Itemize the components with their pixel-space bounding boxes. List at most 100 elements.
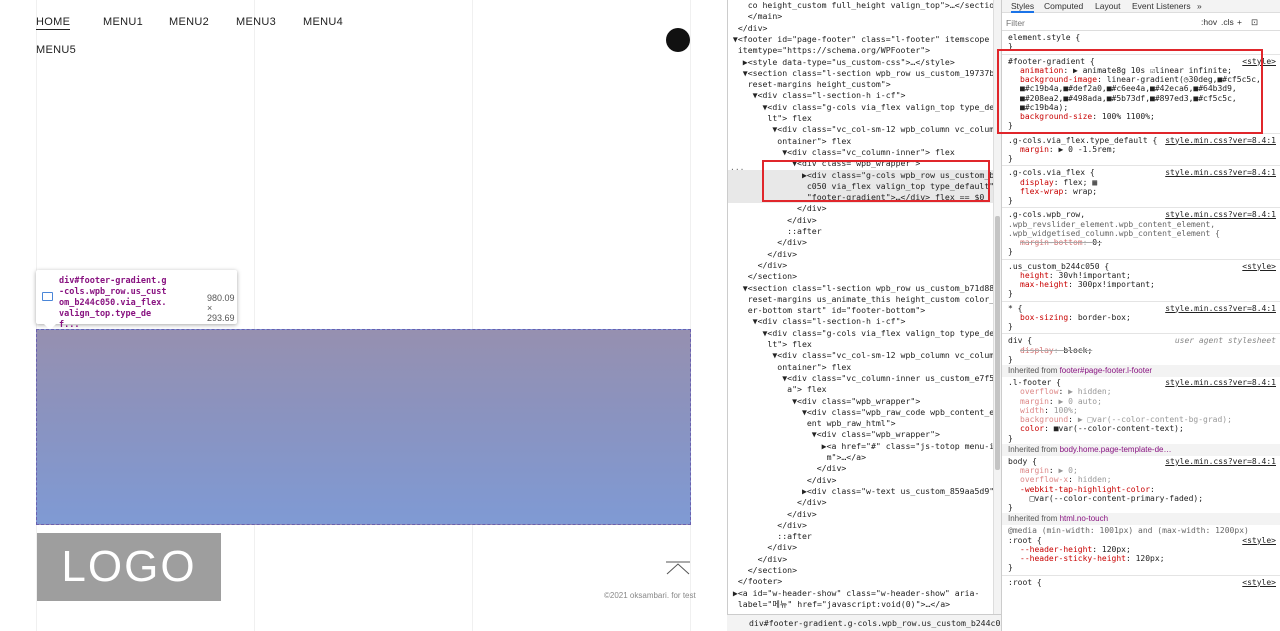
- dom-node-line[interactable]: ent wpb_raw_html">: [728, 418, 993, 429]
- dom-breadcrumb[interactable]: div#footer-gradient.g-cols.wpb_row.us_cu…: [727, 614, 1001, 631]
- dom-node-line[interactable]: co height_custom full_height valign_top"…: [728, 0, 993, 11]
- elements-scroll-thumb[interactable]: [995, 216, 1000, 470]
- inherited-element-link[interactable]: html.no-touch: [1060, 514, 1108, 523]
- rule-selector[interactable]: :root {<style>: [1008, 578, 1276, 587]
- rule-selector[interactable]: }: [1008, 434, 1276, 443]
- css-declaration[interactable]: height: 30vh!important;: [1008, 271, 1276, 280]
- dom-node-line[interactable]: itemtype="https://schema.org/WPFooter">: [728, 45, 993, 56]
- rule-selector[interactable]: }: [1008, 247, 1276, 256]
- dom-node-line[interactable]: m">…</a>: [728, 452, 993, 463]
- dom-node-line[interactable]: ::after: [728, 226, 993, 237]
- dom-node-line[interactable]: </div>: [728, 542, 993, 553]
- rule-source-link[interactable]: <style>: [1242, 262, 1276, 271]
- rule-selector[interactable]: }: [1008, 503, 1276, 512]
- css-declaration[interactable]: flex-wrap: wrap;: [1008, 187, 1276, 196]
- inherited-element-link[interactable]: footer#page-footer.l-footer: [1060, 366, 1153, 375]
- rule-source-link[interactable]: style.min.css?ver=8.4:1: [1165, 136, 1276, 145]
- rule-selector[interactable]: element.style {: [1008, 33, 1276, 42]
- css-declaration[interactable]: display: block;: [1008, 346, 1276, 355]
- tab-layout[interactable]: Layout: [1095, 1, 1121, 11]
- dom-node-line[interactable]: ▼<div class="l-section-h i-cf">: [728, 316, 993, 327]
- dom-node-line[interactable]: lt"> flex: [728, 339, 993, 350]
- rule-selector[interactable]: }: [1008, 154, 1276, 163]
- rule-selector[interactable]: .g-cols.via_flex {style.min.css?ver=8.4:…: [1008, 168, 1276, 177]
- dom-node-line[interactable]: ▼<div class="vc_column-inner us_custom_e…: [728, 373, 993, 384]
- declaration-continuation[interactable]: □var(--color-content-primary-faded);: [1008, 494, 1276, 503]
- dom-node-line[interactable]: </div>: [728, 215, 993, 226]
- dom-node-line[interactable]: ontainer"> flex: [728, 362, 993, 373]
- inherited-element-link[interactable]: body.home.page-template-de…: [1060, 445, 1172, 454]
- dom-node-line[interactable]: label="메뉴" href="javascript:void(0)">…</…: [728, 599, 993, 610]
- dom-node-line[interactable]: </main>: [728, 11, 993, 22]
- dom-node-line[interactable]: reset-margins height_custom">: [728, 79, 993, 90]
- hover-state-toggle[interactable]: :hov: [1201, 17, 1217, 27]
- rule-selector[interactable]: }: [1008, 563, 1276, 572]
- dom-node-line[interactable]: lt"> flex: [728, 113, 993, 124]
- dom-node-line[interactable]: ontainer"> flex: [728, 136, 993, 147]
- rule-selector[interactable]: }: [1008, 289, 1276, 298]
- dom-node-line[interactable]: ▼<div class="wpb_raw_code wpb_content_el…: [728, 407, 993, 418]
- menu-item-2[interactable]: MENU2: [169, 16, 209, 28]
- dom-node-line[interactable]: ▶<a id="w-header-show" class="w-header-s…: [728, 588, 993, 599]
- tab-styles[interactable]: Styles: [1011, 1, 1035, 13]
- menu-item-5[interactable]: MENU5: [36, 44, 76, 56]
- css-declaration[interactable]: margin-bottom: 0;: [1008, 238, 1276, 247]
- dom-node-line[interactable]: </div>: [728, 520, 993, 531]
- new-rule-button[interactable]: +: [1237, 17, 1242, 27]
- rule-source-link[interactable]: <style>: [1242, 536, 1276, 545]
- rule-source-link[interactable]: <style>: [1242, 578, 1276, 587]
- dom-node-line[interactable]: er-bottom start" id="footer-bottom">: [728, 305, 993, 316]
- dom-node-line[interactable]: ▼<div class="vc_col-sm-12 wpb_column vc_…: [728, 124, 993, 135]
- css-declaration[interactable]: box-sizing: border-box;: [1008, 313, 1276, 322]
- rule-source-link[interactable]: style.min.css?ver=8.4:1: [1165, 210, 1276, 219]
- dom-node-line[interactable]: ▼<div class="vc_column-inner"> flex: [728, 147, 993, 158]
- rule-selector[interactable]: .wpb_revslider_element.wpb_content_eleme…: [1008, 220, 1276, 229]
- rule-selector[interactable]: .g-cols.via_flex.type_default {style.min…: [1008, 136, 1276, 145]
- dom-node-line[interactable]: </div>: [728, 260, 993, 271]
- dom-node-line[interactable]: </div>: [728, 497, 993, 508]
- dom-node-line[interactable]: ▼<section class="l-section wpb_row us_cu…: [728, 68, 993, 79]
- rule-selector[interactable]: * {style.min.css?ver=8.4:1: [1008, 304, 1276, 313]
- dom-node-line[interactable]: ▶<a href="#" class="js-totop menu-ite: [728, 441, 993, 452]
- css-declaration[interactable]: display: flex; ▦: [1008, 178, 1276, 187]
- menu-item-1[interactable]: MENU1: [103, 16, 143, 28]
- tab-event-listeners[interactable]: Event Listeners: [1132, 1, 1191, 11]
- css-declaration[interactable]: margin: ▶ 0 -1.5rem;: [1008, 145, 1276, 154]
- rule-selector[interactable]: .us_custom_b244c050 {<style>: [1008, 262, 1276, 271]
- dom-node-line[interactable]: ▼<div class="g-cols via_flex valign_top …: [728, 102, 994, 113]
- dom-node-line[interactable]: ::after: [728, 531, 993, 542]
- dom-node-line[interactable]: ▼<div class="wpb_wrapper">: [728, 429, 993, 440]
- dom-node-line[interactable]: </div>: [728, 463, 993, 474]
- tab-computed[interactable]: Computed: [1044, 1, 1083, 11]
- dom-node-line[interactable]: ▼<div class="l-section-h i-cf">: [728, 90, 993, 101]
- rule-source-link[interactable]: style.min.css?ver=8.4:1: [1165, 304, 1276, 313]
- css-declaration[interactable]: --header-height: 120px;: [1008, 545, 1276, 554]
- menu-item-3[interactable]: MENU3: [236, 16, 276, 28]
- dom-node-line[interactable]: ▶<div class="w-text us_custom_859aa5d9">…: [728, 486, 993, 497]
- node-actions-icon[interactable]: ···: [730, 165, 744, 174]
- rule-source-link[interactable]: style.min.css?ver=8.4:1: [1165, 168, 1276, 177]
- rule-selector[interactable]: @media (min-width: 1001px) and (max-widt…: [1008, 526, 1276, 535]
- dom-node-line[interactable]: </section>: [728, 565, 993, 576]
- css-declaration[interactable]: margin: ▶ 0;: [1008, 466, 1276, 475]
- dom-node-line[interactable]: </footer>: [728, 576, 993, 587]
- rule-selector[interactable]: }: [1008, 355, 1276, 364]
- css-declaration[interactable]: color: ■var(--color-content-text);: [1008, 424, 1276, 433]
- css-declaration[interactable]: overflow-x: hidden;: [1008, 475, 1276, 484]
- dom-node-line[interactable]: ▼<div class="g-cols via_flex valign_top …: [728, 328, 994, 339]
- dom-node-line[interactable]: reset-margins us_animate_this height_cus…: [728, 294, 993, 305]
- dom-node-line[interactable]: </div>: [728, 237, 993, 248]
- dom-node-line[interactable]: </div>: [728, 23, 993, 34]
- css-declaration[interactable]: -webkit-tap-highlight-color:: [1008, 485, 1276, 494]
- dom-node-line[interactable]: </section>: [728, 271, 993, 282]
- dom-node-line[interactable]: ▼<div class="wpb_wrapper">: [728, 396, 993, 407]
- computed-sidebar-icon[interactable]: ⊡: [1251, 17, 1258, 28]
- rule-selector[interactable]: div {user agent stylesheet: [1008, 336, 1276, 345]
- dom-node-line[interactable]: </div>: [728, 554, 993, 565]
- styles-filter-input[interactable]: [1006, 16, 1196, 29]
- dom-node-line[interactable]: </div>: [728, 203, 993, 214]
- menu-item-4[interactable]: MENU4: [303, 16, 343, 28]
- rule-source-link[interactable]: style.min.css?ver=8.4:1: [1165, 457, 1276, 466]
- css-declaration[interactable]: width: 100%;: [1008, 406, 1276, 415]
- rule-selector[interactable]: body {style.min.css?ver=8.4:1: [1008, 457, 1276, 466]
